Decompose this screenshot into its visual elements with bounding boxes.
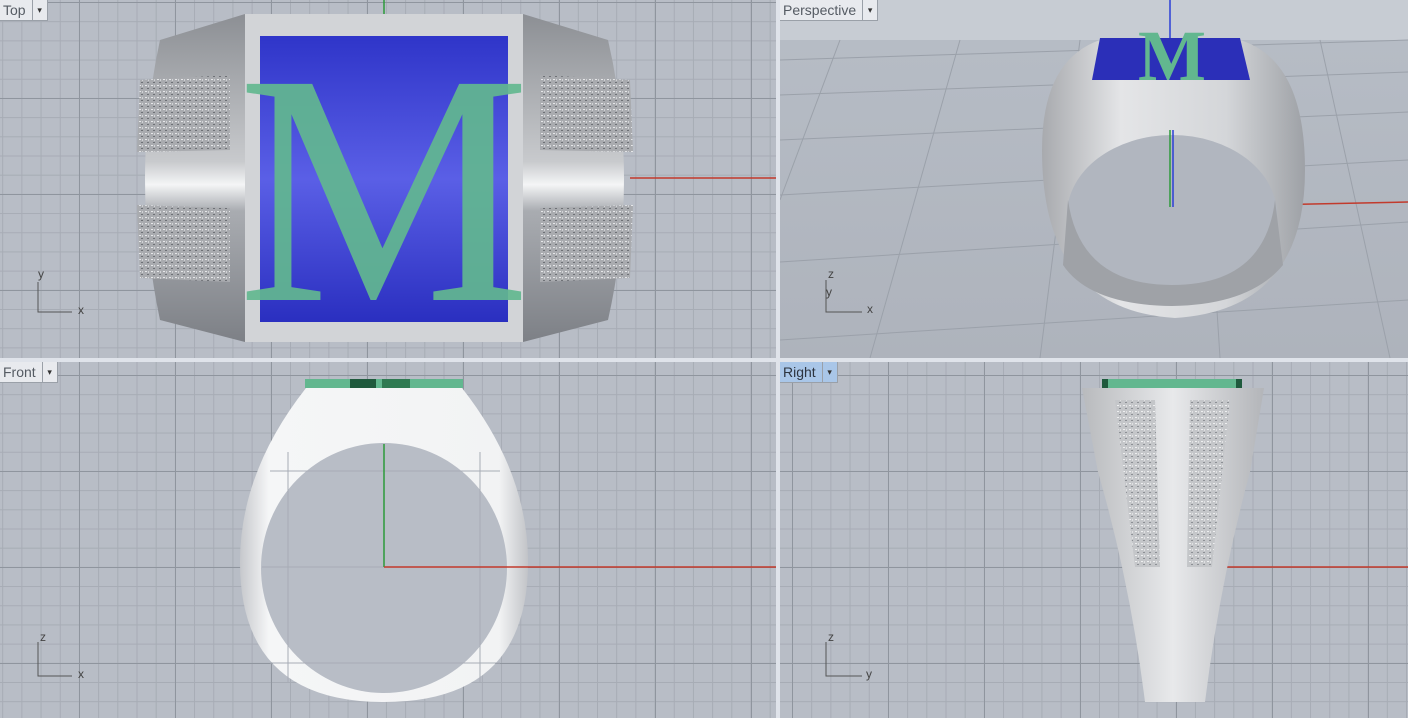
axis-label-y: y <box>38 267 44 281</box>
viewport-label: Right <box>783 364 816 380</box>
axis-triad-icon <box>37 642 72 677</box>
axis-label-y: y <box>866 667 872 681</box>
axis-label-z: z <box>828 630 834 644</box>
viewport-tab-right[interactable]: Right ▾ <box>780 362 838 383</box>
dropdown-arrow-icon[interactable]: ▾ <box>862 0 877 20</box>
axis-label-z: z <box>40 630 46 644</box>
viewport-tab-front[interactable]: Front ▾ <box>0 362 58 383</box>
dropdown-arrow-icon[interactable]: ▾ <box>31 0 47 20</box>
axis-triad-icon <box>825 280 862 313</box>
dropdown-arrow-icon[interactable]: ▾ <box>821 362 837 382</box>
dropdown-arrow-icon[interactable]: ▾ <box>41 362 57 382</box>
viewport-label: Perspective <box>783 2 857 18</box>
axis-label-z: z <box>828 267 834 281</box>
viewport-tab-top[interactable]: Top ▾ <box>0 0 48 21</box>
axis-triad-icon <box>37 282 72 313</box>
axis-label-x: x <box>78 303 84 317</box>
viewport-top[interactable]: Top ▾ M y x <box>0 0 776 358</box>
viewport-front[interactable]: Front ▾ z x <box>0 362 776 718</box>
viewport-tab-perspective[interactable]: Perspective ▾ <box>780 0 879 21</box>
viewport-right[interactable]: Right ▾ z y <box>780 362 1408 718</box>
viewport-label: Front <box>3 364 36 380</box>
axis-label-x: x <box>867 302 873 316</box>
axis-label-y: y <box>826 285 832 299</box>
axis-triad-icon <box>825 642 862 677</box>
viewport-label: Top <box>3 2 26 18</box>
viewport-perspective[interactable]: Perspective ▾ M z y x <box>780 0 1408 358</box>
axis-label-x: x <box>78 667 84 681</box>
